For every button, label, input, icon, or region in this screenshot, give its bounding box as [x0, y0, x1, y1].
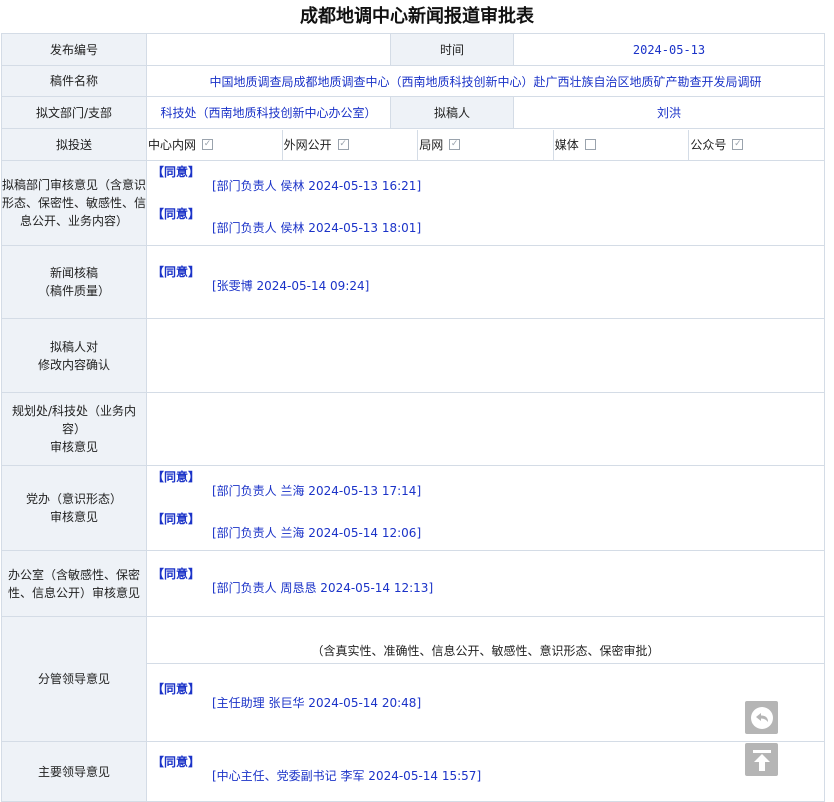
value-department: 科技处（西南地质科技创新中心办公室）: [146, 96, 391, 129]
review-row-opinions: 【同意】 [中心主任、党委副书记 李军 2024-05-14 15:57]: [146, 741, 825, 802]
value-drafter: 刘洪: [513, 96, 825, 129]
back-arrow-icon: [750, 706, 773, 729]
signature-line: [中心主任、党委副书记 李军 2024-05-14 15:57]: [212, 768, 482, 783]
page-title: 成都地调中心新闻报道审批表: [300, 6, 534, 27]
review-row: 办公室（含敏感性、保密性、信息公开）审核意见 【同意】 [部门负责人 周恳恳 202…: [1, 550, 825, 617]
review-rows: 拟稿部门审核意见（含意识形态、保密性、敏感性、信息公开、业务内容） 【同意】 [部门…: [1, 160, 825, 802]
review-row-label: 办公室（含敏感性、保密性、信息公开）审核意见: [1, 550, 147, 617]
signature-line: [部门负责人 侯林 2024-05-13 16:21]: [212, 179, 422, 193]
row-department: 拟文部门/支部 科技处（西南地质科技创新中心办公室） 拟稿人 刘洪: [1, 96, 825, 129]
checkbox-checked[interactable]: ✓: [337, 139, 349, 150]
review-row: 新闻核稿 （稿件质量） 【同意】 [张雯博 2024-05-14 09:24]: [1, 245, 825, 319]
review-row: 拟稿人对 修改内容确认: [1, 318, 825, 393]
signature-line: [部门负责人 兰海 2024-05-13 17:14]: [212, 484, 422, 498]
label-drafter: 拟稿人: [390, 96, 514, 129]
review-row-opinions: [146, 318, 825, 393]
row-channels: 拟投送 中心内网 ✓ 外网公开 ✓ 局网 ✓ 媒体 公众号 ✓: [1, 128, 825, 161]
opinion-entry: 【同意】 [张雯博 2024-05-14 09:24]: [147, 261, 824, 303]
back-button[interactable]: [745, 701, 778, 734]
review-row-label: 分管领导意见: [1, 616, 147, 742]
scroll-to-top-icon: [752, 749, 771, 771]
review-row: 主要领导意见 【同意】 [中心主任、党委副书记 李军 2024-05-14 15:5…: [1, 741, 825, 802]
signature-line: [部门负责人 侯林 2024-05-13 18:01]: [212, 221, 422, 235]
review-row-opinions: （含真实性、准确性、信息公开、敏感性、意识形态、保密审批） 【同意】 [主任助理 张…: [146, 616, 825, 742]
checkbox-unchecked[interactable]: [584, 139, 596, 150]
channel-option: 外网公开 ✓: [283, 129, 419, 160]
agree-tag: 【同意】: [152, 265, 201, 279]
review-note: （含真实性、准确性、信息公开、敏感性、意识形态、保密审批）: [147, 638, 824, 664]
agree-tag: 【同意】: [152, 754, 201, 769]
opinion-entry: 【同意】 [中心主任、党委副书记 李军 2024-05-14 15:57]: [147, 751, 824, 793]
opinion-entry: 【同意】 [部门负责人 兰海 2024-05-13 17:14]: [147, 466, 824, 508]
review-row: 党办（意识形态） 审核意见 【同意】 [部门负责人 兰海 2024-05-13 17…: [1, 465, 825, 551]
opinion-entry: 【同意】 [部门负责人 周恳恳 2024-05-14 12:13]: [147, 563, 824, 605]
review-row-opinions: 【同意】 [部门负责人 兰海 2024-05-13 17:14] 【同意】 [部门负责…: [146, 465, 825, 551]
review-row: 拟稿部门审核意见（含意识形态、保密性、敏感性、信息公开、业务内容） 【同意】 [部门…: [1, 160, 825, 246]
channel-option: 公众号 ✓: [689, 130, 824, 160]
channel-option: 媒体: [554, 129, 690, 160]
channel-label: 局网: [419, 138, 444, 152]
agree-tag: 【同意】: [152, 512, 201, 526]
signature-line: [部门负责人 兰海 2024-05-14 12:06]: [212, 526, 422, 540]
checkbox-checked[interactable]: ✓: [202, 139, 214, 150]
agree-tag: 【同意】: [152, 207, 201, 221]
review-row-opinions: 【同意】 [部门负责人 侯林 2024-05-13 16:21] 【同意】 [部门负责…: [146, 160, 825, 246]
channel-label: 媒体: [554, 138, 579, 152]
review-row-label: 党办（意识形态） 审核意见: [1, 465, 147, 551]
row-manuscript: 稿件名称 中国地质调查局成都地质调查中心（西南地质科技创新中心）赴广西壮族自治区…: [1, 65, 825, 97]
review-row-opinions: [146, 392, 825, 466]
channel-option: 中心内网 ✓: [147, 129, 283, 160]
review-row-label: 规划处/科技处（业务内容） 审核意见: [1, 392, 147, 466]
value-manuscript: 中国地质调查局成都地质调查中心（西南地质科技创新中心）赴广西壮族自治区地质矿产勘…: [146, 65, 825, 97]
review-row: 分管领导意见 （含真实性、准确性、信息公开、敏感性、意识形态、保密审批） 【同意】 […: [1, 616, 825, 742]
signature-line: [张雯博 2024-05-14 09:24]: [212, 279, 370, 293]
review-row-opinions: 【同意】 [张雯博 2024-05-14 09:24]: [146, 245, 825, 319]
agree-tag: 【同意】: [152, 470, 201, 484]
value-publish-number: [146, 33, 391, 66]
opinion-entry: 【同意】 [部门负责人 侯林 2024-05-13 18:01]: [147, 203, 824, 245]
opinion-entry: 【同意】 [部门负责人 侯林 2024-05-13 16:21]: [147, 161, 824, 203]
review-row-label: 主要领导意见: [1, 741, 147, 802]
opinion-entry: 【同意】 [主任助理 张巨华 2024-05-14 20:48]: [147, 678, 824, 720]
agree-tag: 【同意】: [152, 682, 201, 696]
signature-line: [主任助理 张巨华 2024-05-14 20:48]: [212, 696, 422, 710]
channel-label: 外网公开: [283, 138, 332, 152]
value-time: 2024-05-13: [513, 33, 825, 66]
channel-label: 中心内网: [148, 138, 197, 152]
agree-tag: 【同意】: [152, 566, 201, 581]
agree-tag: 【同意】: [152, 165, 201, 179]
channel-checkbox-group: 中心内网 ✓ 外网公开 ✓ 局网 ✓ 媒体 公众号 ✓: [147, 129, 824, 160]
scroll-to-top-button[interactable]: [745, 743, 778, 776]
row-publish-number: 发布编号 时间 2024-05-13: [1, 33, 825, 66]
signature-line: [部门负责人 周恳恳 2024-05-14 12:13]: [212, 580, 434, 595]
label-publish-number: 发布编号: [1, 33, 147, 66]
checkbox-checked[interactable]: ✓: [449, 139, 461, 150]
review-row-label: 新闻核稿 （稿件质量）: [1, 245, 147, 319]
label-time: 时间: [390, 33, 514, 66]
label-channels: 拟投送: [1, 128, 147, 161]
channels-cell: 中心内网 ✓ 外网公开 ✓ 局网 ✓ 媒体 公众号 ✓: [146, 128, 825, 161]
review-row-label: 拟稿人对 修改内容确认: [1, 318, 147, 393]
opinion-entry: 【同意】 [部门负责人 兰海 2024-05-14 12:06]: [147, 508, 824, 550]
channel-option: 局网 ✓: [418, 129, 554, 160]
label-department: 拟文部门/支部: [1, 96, 147, 129]
approval-form-table: 发布编号 时间 2024-05-13 稿件名称 中国地质调查局成都地质调查中心（…: [1, 33, 825, 802]
channel-label: 公众号: [690, 138, 727, 152]
checkbox-checked[interactable]: ✓: [732, 139, 744, 150]
review-row: 规划处/科技处（业务内容） 审核意见: [1, 392, 825, 466]
label-manuscript: 稿件名称: [1, 65, 147, 97]
review-row-label: 拟稿部门审核意见（含意识形态、保密性、敏感性、信息公开、业务内容）: [1, 160, 147, 246]
review-row-opinions: 【同意】 [部门负责人 周恳恳 2024-05-14 12:13]: [146, 550, 825, 617]
